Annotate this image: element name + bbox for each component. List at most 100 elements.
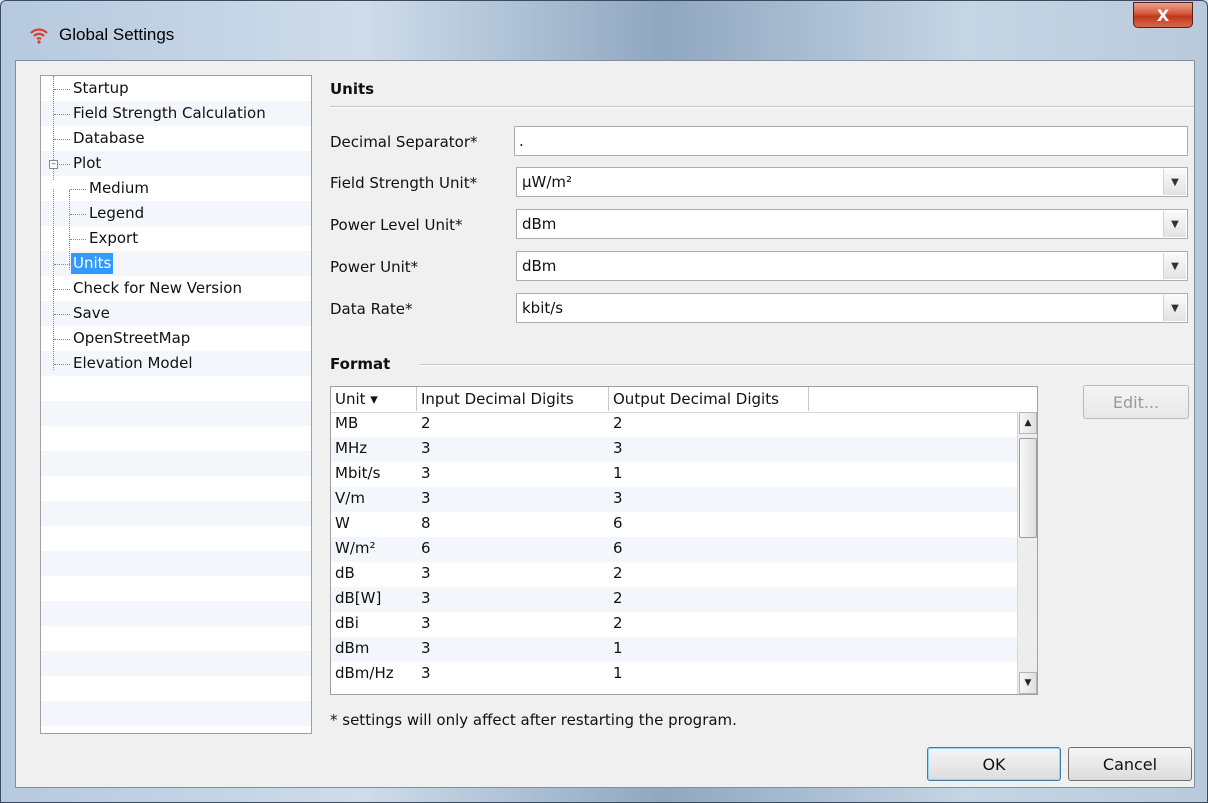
power-unit-select[interactable]: dBm ▼: [516, 251, 1188, 281]
dialog-body: – Startup Field Strength Calculation Dat…: [15, 60, 1195, 788]
cell-input-digits: 6: [421, 539, 431, 557]
tree-row: [41, 426, 311, 451]
tree-item-database[interactable]: Database: [71, 128, 147, 149]
chevron-down-icon[interactable]: ▼: [1163, 169, 1186, 195]
tree-row: [41, 526, 311, 551]
settings-tree[interactable]: – Startup Field Strength Calculation Dat…: [40, 75, 312, 734]
tree-item-save[interactable]: Save: [71, 303, 112, 324]
tree-item-legend[interactable]: Legend: [87, 203, 146, 224]
cell-unit: dBm: [335, 639, 370, 657]
tree-row: [41, 376, 311, 401]
data-rate-value: kbit/s: [522, 299, 564, 317]
cell-unit: dB: [335, 564, 355, 582]
cell-input-digits: 3: [421, 439, 431, 457]
scroll-thumb[interactable]: [1019, 438, 1037, 538]
window-title: Global Settings: [59, 25, 175, 44]
collapse-icon[interactable]: –: [49, 160, 58, 169]
cell-input-digits: 3: [421, 664, 431, 682]
close-button[interactable]: X: [1133, 2, 1193, 28]
tree-item-units[interactable]: Units: [71, 253, 114, 274]
tree-connector: [54, 139, 70, 140]
cell-input-digits: 3: [421, 614, 431, 632]
cell-unit: dBi: [335, 614, 359, 632]
table-row[interactable]: dBi 3 2: [331, 612, 1017, 637]
chevron-down-icon[interactable]: ▼: [1163, 211, 1186, 237]
table-row[interactable]: MB 2 2: [331, 412, 1017, 437]
tree-row: [41, 676, 311, 701]
table-header: Unit ▾ Input Decimal Digits Output Decim…: [331, 387, 1037, 413]
format-divider: [420, 364, 1194, 366]
cell-input-digits: 2: [421, 414, 431, 432]
wifi-signal-icon: [30, 28, 48, 44]
tree-connector: [54, 314, 70, 315]
cell-output-digits: 1: [613, 664, 623, 682]
power-unit-label: Power Unit*: [330, 258, 419, 276]
decimal-separator-input[interactable]: [514, 126, 1188, 156]
cell-output-digits: 2: [613, 589, 623, 607]
tree-item-medium[interactable]: Medium: [87, 178, 151, 199]
format-table: Unit ▾ Input Decimal Digits Output Decim…: [330, 386, 1038, 695]
table-row[interactable]: W/m² 6 6: [331, 537, 1017, 562]
column-header-unit[interactable]: Unit ▾: [331, 387, 417, 411]
column-header-output-decimal-digits[interactable]: Output Decimal Digits: [609, 387, 809, 411]
tree-item-export[interactable]: Export: [87, 228, 140, 249]
edit-button[interactable]: Edit...: [1083, 385, 1189, 419]
tree-item-check-for-new-version[interactable]: Check for New Version: [71, 278, 244, 299]
tree-item-field-strength-calculation[interactable]: Field Strength Calculation: [71, 103, 268, 124]
tree-row: [41, 651, 311, 676]
field-strength-unit-select[interactable]: µW/m² ▼: [516, 167, 1188, 197]
tree-item-openstreetmap[interactable]: OpenStreetMap: [71, 328, 192, 349]
power-level-unit-value: dBm: [522, 215, 557, 233]
cell-output-digits: 6: [613, 514, 623, 532]
table-row[interactable]: V/m 3 3: [331, 487, 1017, 512]
table-row[interactable]: MHz 3 3: [331, 437, 1017, 462]
table-row[interactable]: dBm/Hz 3 1: [331, 662, 1017, 687]
tree-connector: [70, 214, 86, 215]
close-icon: X: [1156, 5, 1170, 25]
units-divider: [330, 106, 1194, 108]
power-level-unit-select[interactable]: dBm ▼: [516, 209, 1188, 239]
cell-unit: dBm/Hz: [335, 664, 394, 682]
global-settings-window: Global Settings X – Startup Field Streng…: [0, 0, 1208, 803]
tree-connector: [54, 339, 70, 340]
table-row[interactable]: dB 3 2: [331, 562, 1017, 587]
tree-item-elevation-model[interactable]: Elevation Model: [71, 353, 194, 374]
tree-row: [41, 401, 311, 426]
table-row[interactable]: dBm 3 1: [331, 637, 1017, 662]
scroll-down-icon[interactable]: ▼: [1019, 672, 1037, 694]
chevron-down-icon[interactable]: ▼: [1163, 253, 1186, 279]
data-rate-select[interactable]: kbit/s ▼: [516, 293, 1188, 323]
scroll-up-icon[interactable]: ▲: [1019, 412, 1037, 434]
cell-output-digits: 1: [613, 464, 623, 482]
cell-output-digits: 1: [613, 639, 623, 657]
tree-connector: [54, 289, 70, 290]
tree-row: [41, 626, 311, 651]
decimal-separator-label: Decimal Separator*: [330, 133, 478, 151]
chevron-down-icon[interactable]: ▼: [1163, 295, 1186, 321]
table-row[interactable]: W 8 6: [331, 512, 1017, 537]
cell-unit: V/m: [335, 489, 365, 507]
cell-output-digits: 2: [613, 414, 623, 432]
table-row[interactable]: dB[W] 3 2: [331, 587, 1017, 612]
tree-row: [41, 576, 311, 601]
title-bar[interactable]: Global Settings X: [1, 1, 1207, 63]
cell-unit: W: [335, 514, 350, 532]
tree-item-plot[interactable]: Plot: [71, 153, 103, 174]
tree-connector: [69, 190, 70, 270]
cell-output-digits: 2: [613, 564, 623, 582]
table-row[interactable]: Mbit/s 3 1: [331, 462, 1017, 487]
tree-item-startup[interactable]: Startup: [71, 78, 131, 99]
table-scrollbar[interactable]: ▲ ▼: [1017, 412, 1037, 694]
tree-connector: [70, 189, 86, 190]
tree-row: [41, 551, 311, 576]
tree-row: [41, 601, 311, 626]
cell-input-digits: 8: [421, 514, 431, 532]
cancel-button[interactable]: Cancel: [1068, 747, 1192, 781]
cell-unit: MB: [335, 414, 359, 432]
field-strength-unit-label: Field Strength Unit*: [330, 174, 478, 192]
column-header-input-decimal-digits[interactable]: Input Decimal Digits: [417, 387, 609, 411]
tree-connector: [54, 264, 70, 265]
tree-connector: [70, 239, 86, 240]
ok-button[interactable]: OK: [927, 747, 1061, 781]
units-heading: Units: [330, 80, 375, 98]
